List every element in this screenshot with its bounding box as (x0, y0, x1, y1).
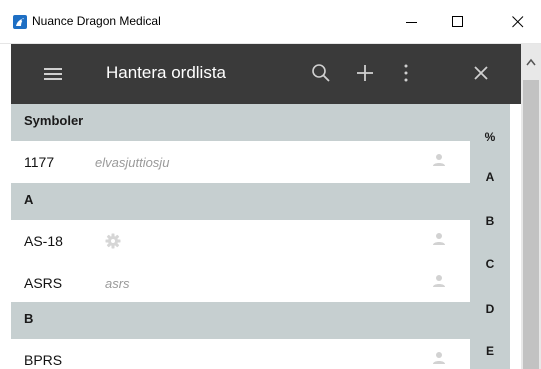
window-title: Nuance Dragon Medical (32, 14, 161, 28)
section-label: Symboler (24, 113, 84, 128)
section-label: A (24, 192, 34, 207)
user-icon (433, 352, 445, 364)
maximize-icon (452, 16, 463, 27)
list-item[interactable]: ASRS asrs (11, 262, 470, 304)
app-window: Nuance Dragon Medical Hantera ordlista S… (0, 0, 541, 369)
hamburger-menu-icon[interactable] (44, 67, 62, 81)
minimize-button[interactable] (389, 0, 435, 44)
index-letter-e[interactable]: E (470, 344, 510, 358)
index-letter-d[interactable]: D (470, 302, 510, 316)
list-item[interactable]: 1177 elvasjuttiosju (11, 141, 470, 183)
term-text: ASRS (24, 275, 63, 291)
search-icon[interactable] (309, 61, 333, 85)
vocabulary-list: Symboler 1177 elvasjuttiosju A AS-18 ASR… (11, 104, 470, 369)
section-header-symbols: Symboler (11, 104, 470, 141)
user-icon (433, 233, 445, 245)
user-icon (433, 275, 445, 287)
maximize-button[interactable] (435, 0, 481, 44)
spoken-form-text: elvasjuttiosju (95, 155, 170, 170)
dragon-app-icon (13, 15, 27, 29)
index-letter-c[interactable]: C (470, 257, 510, 271)
close-icon[interactable] (469, 61, 493, 85)
index-letter-a[interactable]: A (470, 170, 510, 184)
minimize-icon (406, 22, 417, 23)
more-vertical-icon[interactable] (394, 61, 418, 85)
scrollbar-thumb[interactable] (523, 80, 539, 369)
user-icon (433, 154, 445, 166)
spoken-form-text: asrs (105, 276, 130, 291)
gear-icon (105, 233, 121, 249)
list-item[interactable]: BPRS (11, 339, 470, 369)
list-item[interactable]: AS-18 (11, 220, 470, 262)
term-text: AS-18 (24, 233, 63, 249)
section-header-b: B (11, 302, 470, 339)
alphabet-index: % A B C D E (470, 104, 510, 369)
title-bar: Nuance Dragon Medical (0, 0, 541, 44)
window-close-icon (512, 16, 524, 28)
plus-icon[interactable] (353, 61, 377, 85)
index-letter-b[interactable]: B (470, 214, 510, 228)
term-text: 1177 (24, 154, 55, 170)
window-close-button[interactable] (495, 0, 541, 44)
section-label: B (24, 311, 34, 326)
page-title: Hantera ordlista (106, 63, 227, 82)
scroll-up-arrow-icon[interactable] (526, 58, 536, 66)
app-header: Hantera ordlista (11, 44, 521, 104)
term-text: BPRS (24, 352, 63, 368)
index-letter-percent[interactable]: % (470, 130, 510, 144)
section-header-a: A (11, 183, 470, 220)
vertical-scrollbar[interactable] (521, 44, 541, 369)
